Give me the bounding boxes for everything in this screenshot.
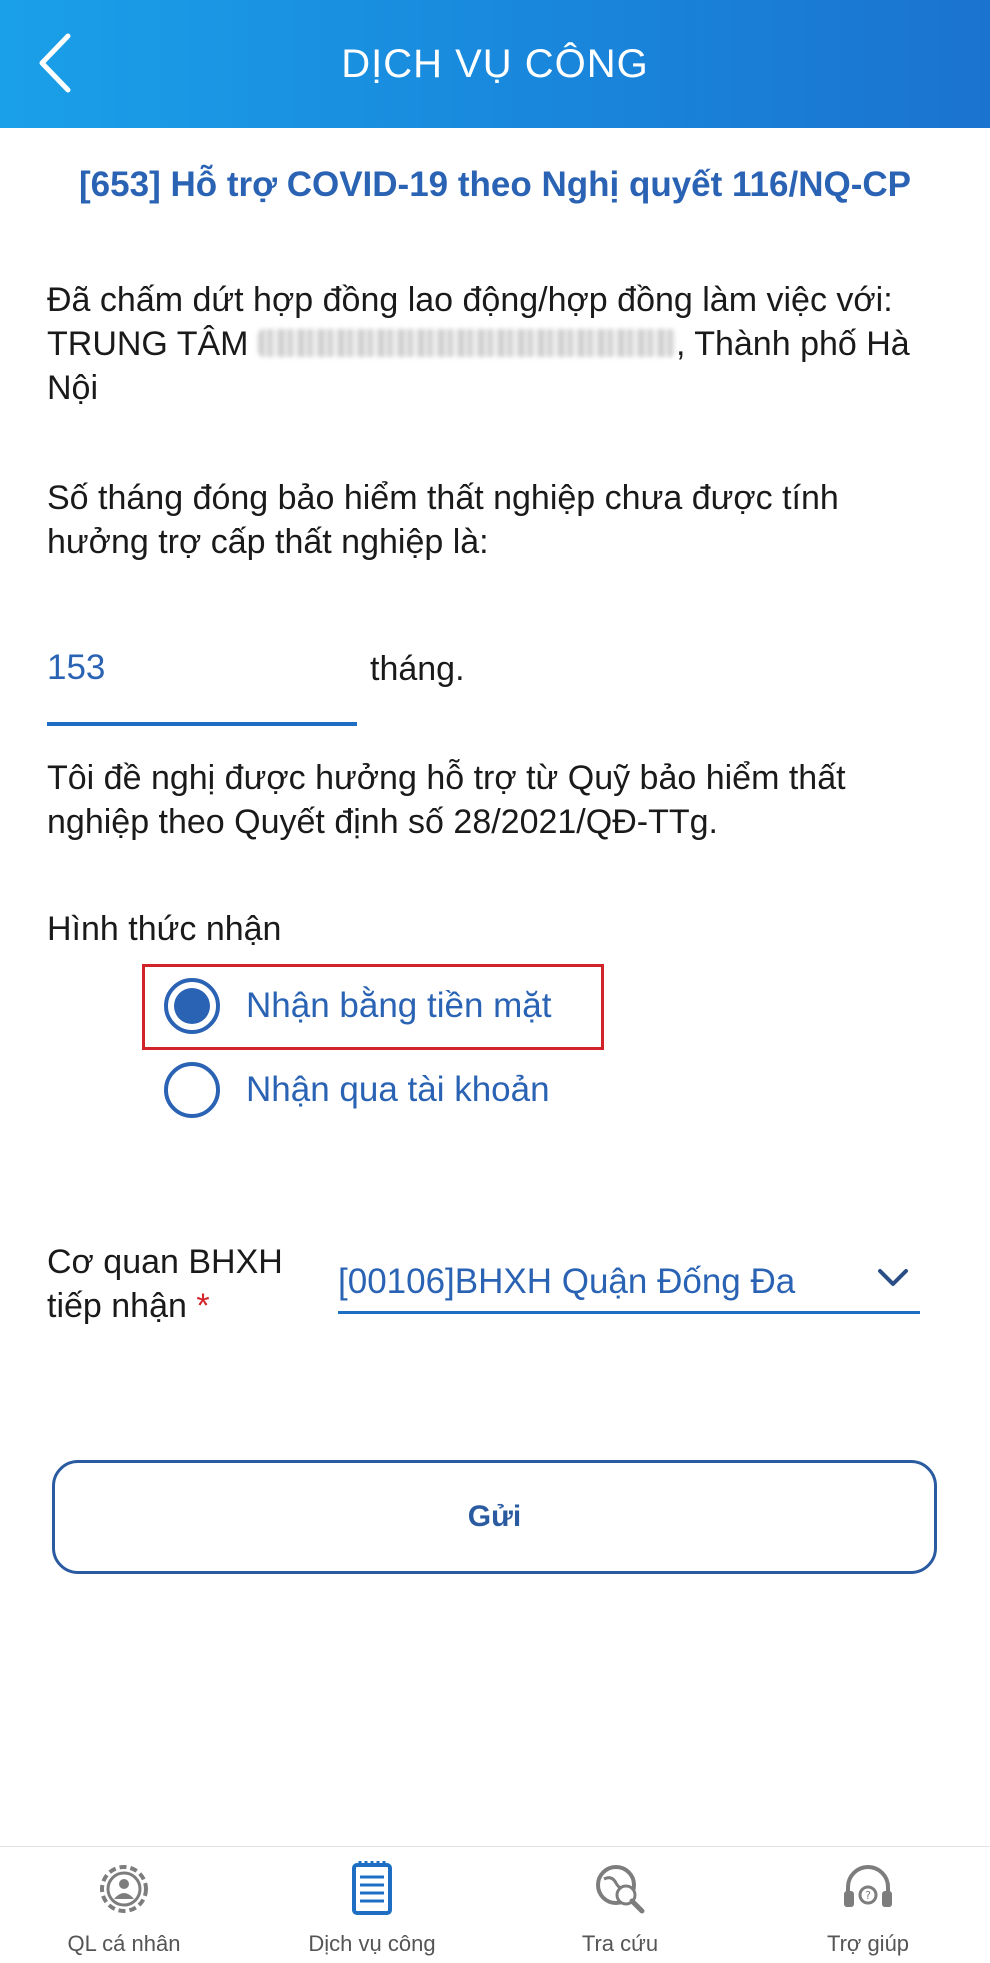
agency-label-line1: Cơ quan BHXH bbox=[47, 1243, 283, 1281]
radio-account[interactable]: Nhận qua tài khoản bbox=[160, 1054, 550, 1126]
agency-select-value: [00106]BHXH Quận Đống Đa bbox=[338, 1262, 796, 1301]
months-input[interactable]: 153 bbox=[47, 648, 105, 688]
globe-search-icon bbox=[596, 1865, 645, 1914]
redacted-organization bbox=[257, 329, 676, 357]
months-question: Số tháng đóng bảo hiểm thất nghiệp chưa … bbox=[47, 479, 839, 561]
contract-text: Đã chấm dứt hợp đồng lao động/hợp đồng l… bbox=[47, 278, 947, 410]
document-icon bbox=[352, 1861, 392, 1915]
app-header: DỊCH VỤ CÔNG bbox=[0, 0, 990, 128]
nav-item-lookup[interactable]: Tra cứu bbox=[496, 1847, 744, 1963]
request-text: Tôi đề nghị được hưởng hỗ trợ từ Quỹ bảo… bbox=[47, 759, 846, 841]
nav-label-personal: QL cá nhân bbox=[67, 1931, 181, 1956]
nav-item-public-services[interactable]: Dịch vụ công bbox=[248, 1847, 496, 1963]
months-input-underline bbox=[47, 722, 357, 726]
highlight-annotation bbox=[142, 964, 604, 1050]
radio-unselected-icon bbox=[164, 1062, 220, 1118]
agency-label-line2: tiếp nhận bbox=[47, 1287, 187, 1325]
submit-button[interactable]: Gửi bbox=[52, 1460, 937, 1574]
nav-label-help: Trợ giúp bbox=[826, 1931, 910, 1956]
personal-gear-icon bbox=[100, 1865, 148, 1913]
page-title: DỊCH VỤ CÔNG bbox=[341, 41, 649, 86]
headset-icon: ? bbox=[844, 1865, 892, 1907]
nav-item-personal[interactable]: QL cá nhân bbox=[0, 1847, 248, 1963]
receive-method-label: Hình thức nhận bbox=[47, 910, 282, 948]
required-mark: * bbox=[196, 1287, 210, 1325]
nav-label-public-services: Dịch vụ công bbox=[308, 1931, 436, 1956]
svg-text:?: ? bbox=[865, 1889, 871, 1902]
nav-item-help[interactable]: ? Trợ giúp bbox=[744, 1847, 990, 1963]
months-unit: tháng. bbox=[370, 650, 465, 688]
bottom-nav: QL cá nhân Dịch vụ công Tra cứu ? Trợ gi… bbox=[0, 1846, 990, 1963]
service-title: [653] Hỗ trợ COVID-19 theo Nghị quyết 11… bbox=[79, 165, 911, 204]
radio-account-label: Nhận qua tài khoản bbox=[246, 1070, 550, 1109]
chevron-down-icon bbox=[878, 1269, 908, 1286]
chevron-left-icon bbox=[39, 33, 71, 93]
back-button[interactable] bbox=[30, 30, 80, 96]
agency-label: Cơ quan BHXH tiếp nhận * bbox=[47, 1240, 283, 1328]
agency-select[interactable]: [00106]BHXH Quận Đống Đa bbox=[338, 1252, 920, 1314]
nav-label-lookup: Tra cứu bbox=[581, 1931, 659, 1956]
